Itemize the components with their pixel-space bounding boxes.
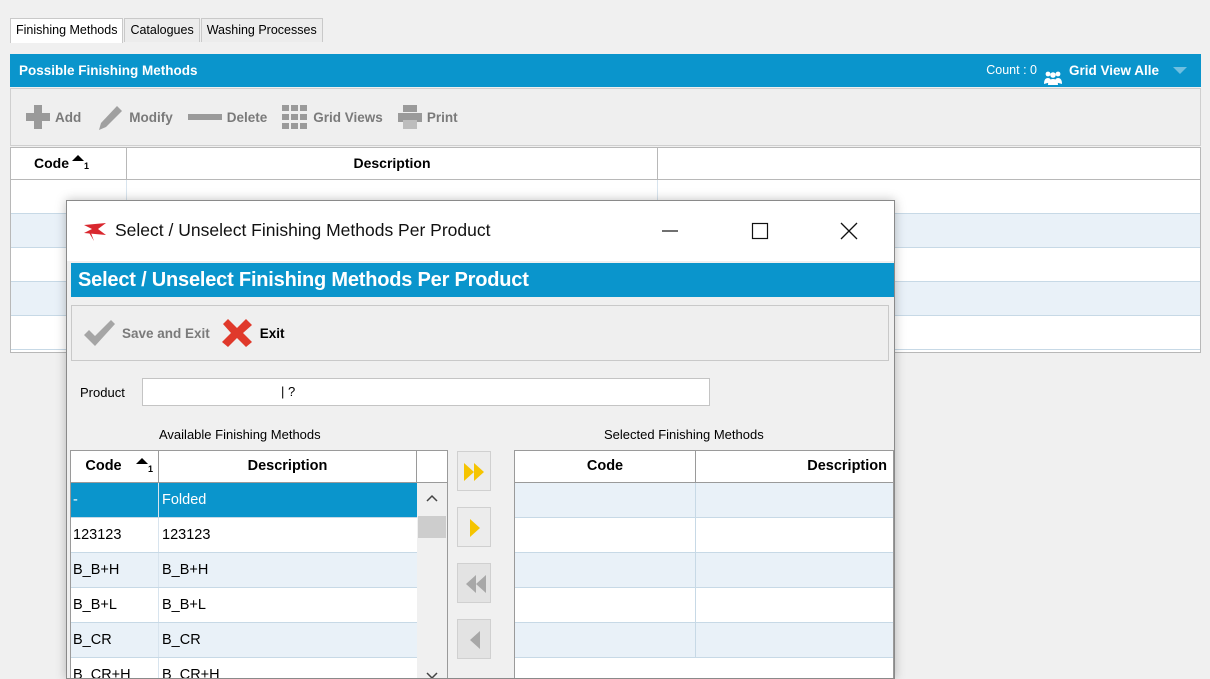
grid-icon <box>282 105 308 129</box>
table-row[interactable] <box>515 623 893 658</box>
modify-button[interactable]: Modify <box>95 103 173 131</box>
selected-methods-grid: Code Description <box>514 450 894 678</box>
pencil-icon <box>99 106 123 130</box>
svg-text:1: 1 <box>148 464 153 473</box>
dialog-toolbar: Save and Exit Exit <box>71 305 889 361</box>
column-code-label: Code <box>85 458 122 474</box>
close-button[interactable] <box>829 215 869 247</box>
column-code-label: Code <box>34 155 69 171</box>
app-logo-icon <box>84 223 106 241</box>
available-methods-label: Available Finishing Methods <box>159 427 321 442</box>
double-arrow-left-icon <box>466 575 486 593</box>
checkmark-icon <box>84 320 115 346</box>
save-and-exit-label: Save and Exit <box>122 325 210 341</box>
arrow-left-icon <box>470 631 480 649</box>
column-header-code[interactable]: Code 1 <box>71 451 159 482</box>
table-row[interactable] <box>515 483 893 518</box>
tab-washing-processes[interactable]: Washing Processes <box>200 18 323 42</box>
row-code: B_B+L <box>71 588 159 622</box>
svg-text:1: 1 <box>84 161 89 170</box>
close-icon <box>840 222 858 240</box>
sort-ascending-icon: 1 <box>72 155 89 170</box>
delete-button[interactable]: Delete <box>187 109 268 125</box>
chevron-down-icon[interactable] <box>1173 67 1187 74</box>
modify-label: Modify <box>129 109 173 125</box>
grid-header: Code 1 Description <box>71 451 447 483</box>
row-code: 123123 <box>71 518 159 552</box>
add-label: Add <box>55 109 82 125</box>
dialog-window-title: Select / Unselect Finishing Methods Per … <box>115 220 491 240</box>
move-left-button[interactable] <box>457 619 491 659</box>
row-description: B_B+L <box>162 597 206 613</box>
possible-finishing-methods-header: Possible Finishing Methods Count : 0 Gri… <box>10 54 1201 87</box>
grid-views-button[interactable]: Grid Views <box>281 104 383 130</box>
row-description: B_CR <box>162 632 201 648</box>
row-code: B_CR <box>71 623 159 657</box>
arrow-right-icon <box>470 519 480 537</box>
chevron-up-icon[interactable] <box>417 483 447 513</box>
minimize-button[interactable] <box>650 215 690 247</box>
move-all-left-button[interactable] <box>457 563 491 603</box>
print-button[interactable]: Print <box>397 104 458 130</box>
print-label: Print <box>426 109 458 125</box>
table-row[interactable] <box>515 553 893 588</box>
grid-view-selector[interactable]: Count : 0 Grid View Alle <box>986 54 1187 87</box>
row-code: B_B+H <box>71 553 159 587</box>
column-header-description[interactable]: Description <box>127 148 658 179</box>
grid-view-label: Grid View Alle <box>1068 63 1159 78</box>
product-field[interactable]: | ? <box>142 378 710 406</box>
row-code: B_CR+H <box>71 658 159 678</box>
list-item[interactable]: B_B+H B_B+H <box>71 553 447 588</box>
column-header-code[interactable]: Code <box>515 451 696 482</box>
row-description: Folded <box>162 492 207 508</box>
list-item[interactable]: B_CR B_CR <box>71 623 447 658</box>
minus-icon <box>187 114 222 120</box>
column-header-description[interactable]: Description <box>696 451 893 482</box>
scrollbar-thumb[interactable] <box>418 516 446 538</box>
grid-header: Code Description <box>515 451 893 483</box>
exit-button[interactable]: Exit <box>220 318 285 348</box>
table-row[interactable] <box>515 518 893 553</box>
tab-catalogues[interactable]: Catalogues <box>124 18 200 42</box>
delete-label: Delete <box>226 109 268 125</box>
printer-icon <box>397 105 422 129</box>
dialog-titlebar[interactable]: Select / Unselect Finishing Methods Per … <box>67 201 894 261</box>
record-count: Count : 0 <box>986 63 1037 77</box>
users-group-icon <box>1043 64 1063 85</box>
grid-header: Code 1 Description <box>11 148 1200 180</box>
dialog-header: Select / Unselect Finishing Methods Per … <box>71 263 894 297</box>
column-header-description[interactable]: Description <box>159 451 417 482</box>
vertical-scrollbar[interactable] <box>417 483 447 679</box>
list-item[interactable]: B_B+L B_B+L <box>71 588 447 623</box>
product-label: Product <box>80 385 125 400</box>
available-methods-grid: Code 1 Description - Folded 123123 12312… <box>70 450 448 679</box>
table-row[interactable] <box>515 588 893 623</box>
list-item[interactable]: - Folded <box>71 483 447 518</box>
column-header-code[interactable]: Code 1 <box>11 148 127 179</box>
add-button[interactable]: Add <box>25 104 81 130</box>
maximize-button[interactable] <box>740 215 780 247</box>
main-toolbar: Add Modify Delete Grid Views Print <box>10 88 1201 146</box>
tab-bar: Finishing Methods Catalogues Washing Pro… <box>10 18 324 43</box>
list-item[interactable]: 123123 123123 <box>71 518 447 553</box>
row-description: B_B+H <box>162 562 209 578</box>
selected-methods-label: Selected Finishing Methods <box>604 427 764 442</box>
sort-ascending-icon: 1 <box>136 458 153 473</box>
double-arrow-right-icon <box>464 463 484 481</box>
list-item[interactable]: B_CR+H B_CR+H <box>71 658 447 679</box>
plus-icon <box>26 105 50 129</box>
chevron-down-icon[interactable] <box>417 661 447 679</box>
grid-views-label: Grid Views <box>313 109 383 125</box>
save-and-exit-button[interactable]: Save and Exit <box>82 318 210 348</box>
move-right-button[interactable] <box>457 507 491 547</box>
close-red-icon <box>221 319 252 347</box>
row-description: 123123 <box>162 527 211 543</box>
select-finishing-methods-dialog: Select / Unselect Finishing Methods Per … <box>66 200 895 679</box>
row-code: - <box>71 483 159 517</box>
page-title: Possible Finishing Methods <box>19 63 198 78</box>
row-description: B_CR+H <box>162 667 220 679</box>
tab-finishing-methods[interactable]: Finishing Methods <box>10 18 124 43</box>
exit-label: Exit <box>259 325 285 341</box>
move-all-right-button[interactable] <box>457 451 491 491</box>
